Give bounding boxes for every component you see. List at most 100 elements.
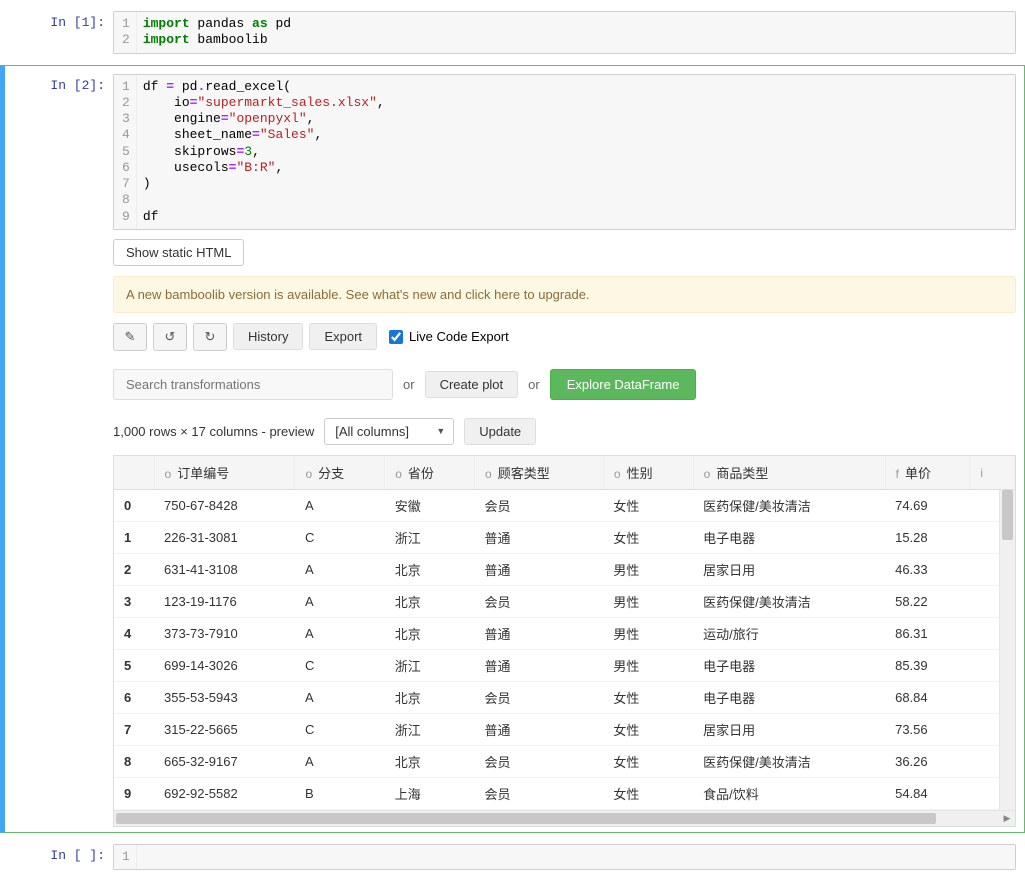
history-button[interactable]: History xyxy=(233,323,303,350)
table-cell[interactable]: 上海 xyxy=(385,777,475,809)
table-cell[interactable]: 男性 xyxy=(603,585,693,617)
columns-select[interactable]: [All columns] xyxy=(324,418,454,445)
create-plot-button[interactable]: Create plot xyxy=(425,371,519,398)
table-cell[interactable]: 女性 xyxy=(603,681,693,713)
code-editor[interactable]: 123456789 df = pd.read_excel( io="superm… xyxy=(113,74,1016,230)
table-cell[interactable]: 女性 xyxy=(603,489,693,521)
redo-icon[interactable]: ↻ xyxy=(193,323,227,351)
table-cell[interactable]: 医药保健/美妆清洁 xyxy=(693,585,885,617)
edit-icon[interactable]: ✎ xyxy=(113,323,147,351)
table-cell[interactable]: 普通 xyxy=(475,713,604,745)
table-cell[interactable]: 男性 xyxy=(603,617,693,649)
table-cell[interactable]: 居家日用 xyxy=(693,553,885,585)
table-cell[interactable]: 226-31-3081 xyxy=(154,521,295,553)
table-cell[interactable]: 北京 xyxy=(385,585,475,617)
table-cell[interactable]: 631-41-3108 xyxy=(154,553,295,585)
table-cell[interactable]: C xyxy=(295,649,385,681)
table-cell[interactable]: 355-53-5943 xyxy=(154,681,295,713)
table-cell[interactable]: 男性 xyxy=(603,649,693,681)
table-cell[interactable]: 女性 xyxy=(603,521,693,553)
table-cell[interactable]: A xyxy=(295,489,385,521)
table-cell[interactable]: 85.39 xyxy=(885,649,970,681)
column-header[interactable]: o商品类型 xyxy=(693,456,885,490)
table-cell[interactable]: 会员 xyxy=(475,777,604,809)
code-content[interactable] xyxy=(137,845,1015,869)
table-cell[interactable]: 15.28 xyxy=(885,521,970,553)
export-button[interactable]: Export xyxy=(309,323,377,350)
column-header[interactable]: o分支 xyxy=(295,456,385,490)
table-cell[interactable]: 浙江 xyxy=(385,649,475,681)
table-cell[interactable]: 北京 xyxy=(385,617,475,649)
upgrade-banner[interactable]: A new bamboolib version is available. Se… xyxy=(113,276,1016,313)
table-cell[interactable]: 普通 xyxy=(475,553,604,585)
code-editor[interactable]: 1 xyxy=(113,844,1016,870)
column-header[interactable]: o顾客类型 xyxy=(475,456,604,490)
table-cell[interactable]: 男性 xyxy=(603,553,693,585)
table-cell[interactable]: 86.31 xyxy=(885,617,970,649)
table-cell[interactable]: 电子电器 xyxy=(693,681,885,713)
table-cell[interactable]: A xyxy=(295,585,385,617)
table-cell[interactable]: 会员 xyxy=(475,585,604,617)
table-cell[interactable]: 46.33 xyxy=(885,553,970,585)
table-cell[interactable]: 女性 xyxy=(603,777,693,809)
code-content[interactable]: df = pd.read_excel( io="supermarkt_sales… xyxy=(137,75,1015,229)
column-header[interactable]: o省份 xyxy=(385,456,475,490)
table-cell[interactable]: 电子电器 xyxy=(693,521,885,553)
table-cell[interactable]: 73.56 xyxy=(885,713,970,745)
table-cell[interactable]: 123-19-1176 xyxy=(154,585,295,617)
table-cell[interactable]: 665-32-9167 xyxy=(154,745,295,777)
live-code-export-checkbox[interactable]: Live Code Export xyxy=(389,329,509,344)
column-header[interactable]: o订单编号 xyxy=(154,456,295,490)
table-cell[interactable]: C xyxy=(295,713,385,745)
vertical-scrollbar[interactable] xyxy=(999,490,1015,810)
show-static-html-button[interactable]: Show static HTML xyxy=(113,239,244,266)
table-cell[interactable]: 36.26 xyxy=(885,745,970,777)
table-cell[interactable]: 普通 xyxy=(475,521,604,553)
table-cell[interactable]: 女性 xyxy=(603,713,693,745)
table-cell[interactable]: C xyxy=(295,521,385,553)
vertical-scrollbar-thumb[interactable] xyxy=(1002,490,1013,540)
update-button[interactable]: Update xyxy=(464,418,536,445)
table-cell[interactable]: A xyxy=(295,745,385,777)
table-cell[interactable]: 74.69 xyxy=(885,489,970,521)
table-cell[interactable]: 浙江 xyxy=(385,521,475,553)
table-cell[interactable]: 会员 xyxy=(475,745,604,777)
table-cell[interactable]: B xyxy=(295,777,385,809)
explore-dataframe-button[interactable]: Explore DataFrame xyxy=(550,369,697,400)
table-cell[interactable]: A xyxy=(295,617,385,649)
table-cell[interactable]: 普通 xyxy=(475,649,604,681)
table-cell[interactable]: 浙江 xyxy=(385,713,475,745)
search-transformations-input[interactable] xyxy=(113,369,393,400)
live-code-checkbox-input[interactable] xyxy=(389,330,403,344)
table-cell[interactable]: 普通 xyxy=(475,617,604,649)
horizontal-scrollbar-thumb[interactable] xyxy=(116,813,936,824)
table-cell[interactable]: 699-14-3026 xyxy=(154,649,295,681)
table-cell[interactable]: 北京 xyxy=(385,681,475,713)
undo-icon[interactable]: ↺ xyxy=(153,323,187,351)
table-cell[interactable]: A xyxy=(295,681,385,713)
code-editor[interactable]: 12 import pandas as pd import bamboolib xyxy=(113,11,1016,54)
table-cell[interactable]: 居家日用 xyxy=(693,713,885,745)
table-cell[interactable]: 373-73-7910 xyxy=(154,617,295,649)
table-cell[interactable]: 北京 xyxy=(385,553,475,585)
table-cell[interactable]: 女性 xyxy=(603,745,693,777)
table-cell[interactable]: 食品/饮料 xyxy=(693,777,885,809)
column-header[interactable]: i xyxy=(970,456,1015,490)
table-cell[interactable]: 医药保健/美妆清洁 xyxy=(693,745,885,777)
code-content[interactable]: import pandas as pd import bamboolib xyxy=(137,12,1015,53)
column-header[interactable]: o性别 xyxy=(603,456,693,490)
horizontal-scrollbar[interactable]: ◀ ▶ xyxy=(114,810,1015,826)
column-header[interactable]: f单价 xyxy=(885,456,970,490)
table-cell[interactable]: 315-22-5665 xyxy=(154,713,295,745)
table-cell[interactable]: 68.84 xyxy=(885,681,970,713)
table-cell[interactable]: 北京 xyxy=(385,745,475,777)
table-cell[interactable]: 会员 xyxy=(475,681,604,713)
table-cell[interactable]: 会员 xyxy=(475,489,604,521)
table-cell[interactable]: 运动/旅行 xyxy=(693,617,885,649)
table-cell[interactable]: 安徽 xyxy=(385,489,475,521)
table-cell[interactable]: 电子电器 xyxy=(693,649,885,681)
table-cell[interactable]: 692-92-5582 xyxy=(154,777,295,809)
table-cell[interactable]: A xyxy=(295,553,385,585)
table-cell[interactable]: 750-67-8428 xyxy=(154,489,295,521)
table-cell[interactable]: 58.22 xyxy=(885,585,970,617)
